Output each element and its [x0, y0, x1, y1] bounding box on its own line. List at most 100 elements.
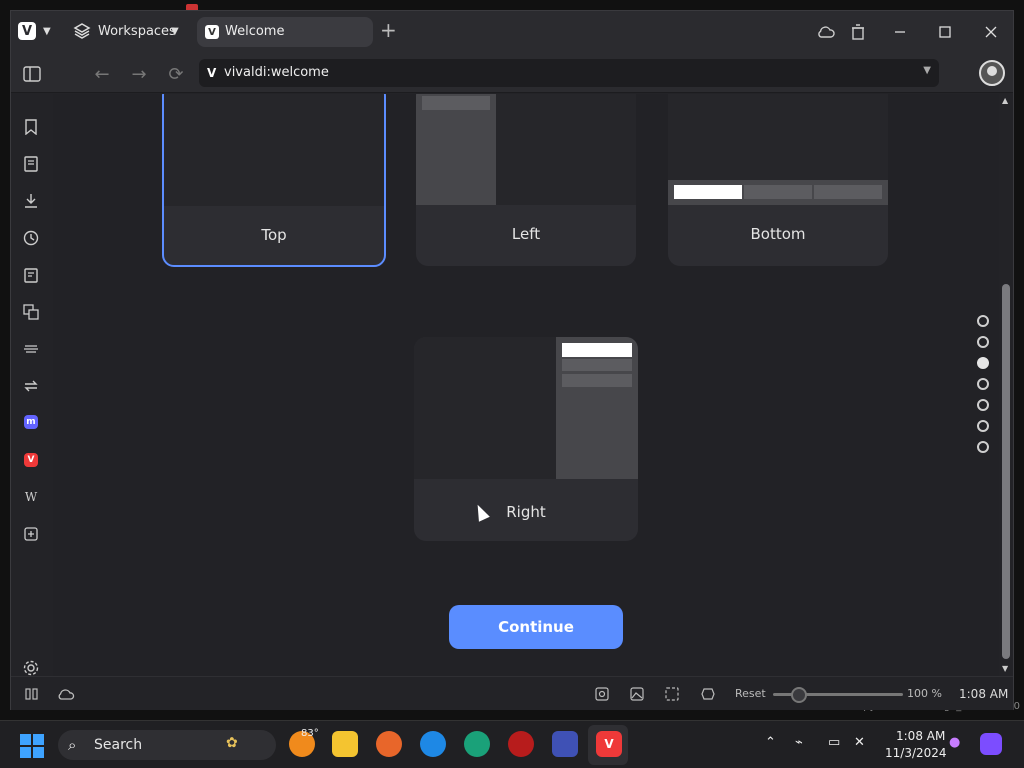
layout-label: Left — [511, 225, 541, 243]
vivaldi-web-panel-icon[interactable]: V — [21, 450, 41, 470]
volume-muted-icon[interactable]: ✕ — [854, 735, 865, 750]
sync-cloud-icon[interactable] — [815, 21, 837, 43]
settings-gear-icon[interactable] — [21, 658, 41, 678]
preview-left-panel — [416, 94, 496, 205]
forward-button[interactable]: → — [128, 63, 150, 85]
windows-taskbar: ⌕ Search ✿ 83° V ⌃ ⌁ ▭ ✕ 1:08 AM 11/3/20… — [0, 720, 1024, 768]
taskbar-search[interactable]: ⌕ Search ✿ — [58, 730, 276, 760]
wikipedia-icon[interactable]: W — [21, 487, 41, 507]
url-history-dropdown-icon[interactable]: ▼ — [923, 65, 931, 76]
mastodon-icon[interactable]: m — [21, 412, 41, 432]
continue-button[interactable]: Continue — [449, 605, 623, 649]
scroll-up-icon[interactable]: ▲ — [1002, 96, 1008, 105]
preview-left — [416, 94, 636, 205]
tray-overflow-icon[interactable]: ⌃ — [765, 735, 776, 750]
side-panel-bar: m V W — [11, 94, 53, 676]
page-dot[interactable] — [977, 315, 989, 327]
tab-welcome[interactable]: V Welcome — [197, 17, 373, 47]
address-bar: ← → ⟳ V vivaldi:welcome ▼ — [11, 53, 1013, 93]
downloads-icon[interactable] — [21, 191, 41, 211]
reading-list-icon[interactable] — [21, 154, 41, 174]
bookmarks-icon[interactable] — [21, 117, 41, 137]
page-actions-icon[interactable] — [699, 685, 717, 703]
reload-button[interactable]: ⟳ — [165, 63, 187, 85]
zoom-reset-button[interactable]: Reset — [735, 687, 766, 700]
zoom-level: 100 % — [907, 687, 942, 700]
translate-icon[interactable] — [21, 302, 41, 322]
layout-option-right[interactable]: Right — [414, 337, 638, 541]
layout-option-left[interactable]: Left — [416, 94, 636, 266]
tab-title: Welcome — [225, 24, 285, 39]
site-icon: V — [207, 66, 217, 80]
zoom-slider-knob[interactable] — [791, 687, 807, 703]
page-dot[interactable] — [977, 420, 989, 432]
preview-right-item — [562, 374, 632, 387]
firefox-icon[interactable] — [376, 731, 402, 757]
network-icon[interactable]: ⌁ — [795, 735, 803, 750]
chevron-down-icon[interactable]: ▼ — [43, 26, 51, 37]
vivaldi-tab-icon: V — [205, 25, 219, 39]
start-button[interactable] — [20, 734, 44, 758]
preview-top — [164, 94, 384, 206]
welcome-page: Top Left Bottom Right Continue — [53, 94, 999, 676]
url-text[interactable]: vivaldi:welcome — [224, 65, 329, 80]
opera-icon[interactable] — [508, 731, 534, 757]
page-tiling-icon[interactable] — [663, 685, 681, 703]
vivaldi-taskbar-icon[interactable]: V — [596, 731, 622, 757]
add-web-panel-icon[interactable] — [21, 524, 41, 544]
browser-window: V ▼ Workspaces ▼ V Welcome + ← → ⟳ V viv… — [10, 10, 1014, 710]
search-label: Search — [94, 737, 143, 753]
sync-icon[interactable] — [21, 376, 41, 396]
back-button[interactable]: ← — [91, 63, 113, 85]
preview-bottom-active-tab — [674, 185, 742, 199]
page-dot-active[interactable] — [977, 357, 989, 369]
panel-toggle-icon[interactable] — [21, 63, 43, 85]
preview-bottom-tab — [814, 185, 882, 199]
search-highlight-icon: ✿ — [226, 735, 238, 751]
close-button[interactable] — [980, 21, 1002, 43]
file-explorer-icon[interactable] — [332, 731, 358, 757]
capture-icon[interactable] — [593, 685, 611, 703]
layout-label: Top — [261, 226, 287, 244]
notes-icon[interactable] — [21, 265, 41, 285]
preview-bottom-tab — [744, 185, 812, 199]
window-panel-icon[interactable] — [21, 339, 41, 359]
new-tab-button[interactable]: + — [380, 20, 397, 40]
preview-bottom — [668, 94, 888, 205]
page-dot[interactable] — [977, 378, 989, 390]
scrollbar-thumb[interactable] — [1002, 284, 1010, 659]
display-icon[interactable]: ▭ — [828, 735, 840, 750]
page-dot[interactable] — [977, 399, 989, 411]
notification-bell-icon[interactable]: ● — [949, 735, 960, 750]
image-toggle-icon[interactable] — [628, 685, 646, 703]
edge-icon[interactable] — [464, 731, 490, 757]
taskbar-clock-date[interactable]: 11/3/2024 — [885, 746, 947, 760]
taskbar-clock-time[interactable]: 1:08 AM — [896, 729, 945, 743]
app-hexagon-icon[interactable] — [552, 731, 578, 757]
maximize-button[interactable] — [934, 21, 956, 43]
layout-option-top[interactable]: Top — [162, 94, 386, 267]
copilot-icon[interactable] — [980, 733, 1002, 755]
vivaldi-menu-icon[interactable]: V — [18, 22, 36, 40]
layout-option-bottom[interactable]: Bottom — [668, 94, 888, 266]
workspaces-chevron-icon[interactable]: ▼ — [171, 26, 179, 37]
layout-label: Bottom — [750, 225, 806, 243]
minimize-button[interactable] — [889, 21, 911, 43]
cloud-sync-icon[interactable] — [57, 685, 75, 703]
workspaces-label[interactable]: Workspaces — [98, 24, 176, 39]
scrollbar[interactable]: ▲ ▼ — [999, 94, 1013, 676]
page-dot[interactable] — [977, 441, 989, 453]
chromium-icon[interactable] — [420, 731, 446, 757]
workspaces-icon[interactable] — [73, 22, 91, 40]
url-field[interactable]: V vivaldi:welcome ▼ — [199, 59, 939, 87]
page-dot[interactable] — [977, 336, 989, 348]
preview-right-item — [562, 359, 632, 371]
title-bar: V ▼ Workspaces ▼ V Welcome + — [11, 11, 1013, 53]
scroll-down-icon[interactable]: ▼ — [1002, 664, 1008, 673]
history-icon[interactable] — [21, 228, 41, 248]
status-clock: 1:08 AM — [959, 687, 1009, 701]
panel-toggle-icon[interactable] — [23, 685, 41, 703]
trash-icon[interactable] — [847, 21, 869, 43]
profile-avatar[interactable] — [979, 60, 1005, 86]
layout-label: Right — [506, 503, 546, 521]
